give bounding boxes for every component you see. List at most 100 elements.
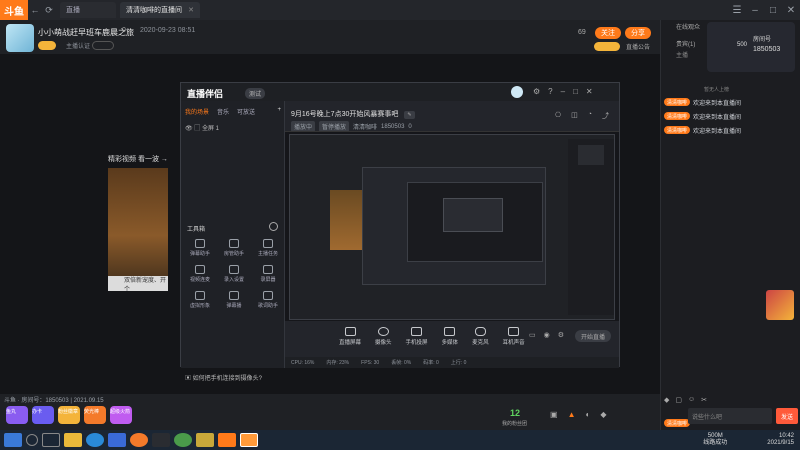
- system-clock[interactable]: 10:42 2021/9/15: [767, 433, 794, 447]
- side-ad[interactable]: [766, 290, 794, 320]
- chat-input[interactable]: 说些什么吧: [688, 408, 772, 424]
- gift-fishball[interactable]: 鱼丸: [6, 406, 28, 424]
- scene-item[interactable]: 👁 ▢ 全屏 1: [185, 123, 219, 132]
- search-tab[interactable]: 直播: [60, 2, 116, 18]
- minimize-icon[interactable]: –: [746, 5, 764, 16]
- tab-broadcast[interactable]: 可放送: [237, 107, 255, 116]
- chrome-icon[interactable]: [174, 433, 192, 447]
- tool-recorder[interactable]: 录屏器: [255, 265, 281, 287]
- lock-icon[interactable]: ⎔: [555, 111, 561, 121]
- sw-minimize-icon[interactable]: –: [561, 87, 565, 96]
- sw-close-icon[interactable]: ✕: [586, 87, 593, 96]
- source-camera[interactable]: 摄像头: [375, 327, 392, 346]
- sw-help-icon[interactable]: ?: [548, 87, 552, 96]
- fire-icon[interactable]: ▲: [568, 410, 576, 419]
- tool-danmu-play[interactable]: 弹幕播: [221, 291, 247, 313]
- ship-icon[interactable]: ◆: [600, 410, 606, 419]
- app-icon[interactable]: [152, 433, 170, 447]
- back-icon[interactable]: ←: [28, 5, 42, 15]
- bag-icon[interactable]: ◫: [571, 111, 578, 121]
- fish-icon[interactable]: ◐: [585, 410, 590, 419]
- send-button[interactable]: 发送: [776, 408, 798, 424]
- start-live-button[interactable]: 开始直播: [575, 330, 611, 342]
- tool-lyrics[interactable]: 歌词助手: [255, 291, 281, 313]
- chat-user[interactable]: 清清咖啡: [664, 98, 691, 106]
- clock-time: 10:42: [778, 433, 794, 439]
- close-window-icon[interactable]: ✕: [782, 5, 800, 16]
- douyu-logo[interactable]: 斗鱼: [0, 0, 28, 20]
- fan-label[interactable]: 我的粉丝团: [502, 420, 527, 427]
- recommend-thumbnail[interactable]: [108, 168, 168, 291]
- follow-button[interactable]: 关注: [595, 27, 621, 39]
- announcement-link[interactable]: 直播公告: [626, 42, 650, 51]
- tab-label: 清清咖啡的直播间: [126, 7, 182, 14]
- source-phone[interactable]: 手机投屏: [406, 327, 428, 346]
- tool-task[interactable]: 主播任务: [255, 239, 281, 261]
- cert-tag[interactable]: [92, 41, 114, 50]
- chat-user[interactable]: 清清咖啡: [664, 112, 691, 120]
- scissors-icon[interactable]: ✂: [701, 396, 707, 404]
- gift-card[interactable]: 办卡: [32, 406, 54, 424]
- companion-task-icon[interactable]: [240, 433, 258, 447]
- host-tag: 主播认证: [66, 44, 91, 50]
- toolbox-more-icon[interactable]: [269, 222, 278, 231]
- gift-badge[interactable]: 粉丝徽章: [58, 406, 80, 424]
- app2-icon[interactable]: [196, 433, 214, 447]
- thumb-caption[interactable]: 精彩视频 看一波 →: [108, 154, 168, 164]
- add-scene-icon[interactable]: +: [277, 107, 281, 116]
- tool-video-link[interactable]: 视频连麦: [187, 265, 213, 287]
- close-tab-icon[interactable]: ✕: [188, 6, 194, 14]
- douyu-task-icon[interactable]: [218, 433, 236, 447]
- bell-icon[interactable]: ◔: [588, 111, 592, 121]
- share-button[interactable]: 分享: [625, 27, 651, 39]
- source-screen[interactable]: 直播屏幕: [339, 327, 361, 346]
- nested-browser-frame: [289, 134, 615, 320]
- chat-user[interactable]: 清清咖啡: [664, 126, 691, 134]
- edit-title-badge[interactable]: ✎: [404, 111, 415, 119]
- eye-icon[interactable]: 👁 ▢: [185, 126, 202, 132]
- start-live-label: 开始直播: [580, 334, 605, 341]
- tab-my-scenes[interactable]: 我的场景: [185, 107, 209, 116]
- tab-music[interactable]: 音乐: [217, 107, 229, 116]
- source-mic[interactable]: 麦克风: [472, 327, 489, 346]
- gift-glowstick[interactable]: 荧光棒: [84, 406, 106, 424]
- maximize-icon[interactable]: □: [764, 5, 782, 16]
- sw-maximize-icon[interactable]: □: [573, 87, 578, 96]
- tool-admin[interactable]: 房管助手: [221, 239, 247, 261]
- taskview-icon[interactable]: [42, 433, 60, 447]
- stream-preview[interactable]: [285, 131, 619, 321]
- menu-icon[interactable]: ☰: [728, 5, 746, 16]
- source-media[interactable]: 多媒体: [442, 327, 458, 346]
- gift-icon[interactable]: ▢: [675, 396, 682, 404]
- tab-audience[interactable]: 在线观众: [676, 22, 700, 31]
- source-camera-label: 摄像头: [375, 340, 392, 346]
- refresh-icon[interactable]: ⟳: [42, 5, 56, 16]
- box-icon[interactable]: ▣: [550, 410, 558, 419]
- tool-import[interactable]: 录入设置: [221, 265, 247, 287]
- tool-danmu[interactable]: 弹幕助手: [187, 239, 213, 261]
- sw-hint-link[interactable]: ▣ 如何把手机连接到摄像头?: [185, 373, 262, 382]
- tool-video-link-icon: [195, 265, 205, 274]
- emoji-icon[interactable]: ☺: [688, 396, 695, 404]
- firefox-icon[interactable]: [130, 433, 148, 447]
- source-speaker[interactable]: 耳机声音: [503, 327, 525, 346]
- view-icon[interactable]: ◉: [544, 331, 550, 339]
- store-icon[interactable]: [108, 433, 126, 447]
- settings-icon[interactable]: ⚙: [558, 331, 564, 339]
- tool-avatar[interactable]: 虚拟形象: [187, 291, 213, 313]
- record-icon[interactable]: ▭: [529, 331, 536, 339]
- sw-hint-text: 如何把手机连接到摄像头?: [192, 376, 263, 382]
- edge-icon[interactable]: [86, 433, 104, 447]
- tab-vip[interactable]: 贵宾(1): [676, 39, 700, 48]
- gift-rocket[interactable]: 超级火箭: [110, 406, 132, 424]
- share-icon[interactable]: ⤴: [602, 111, 609, 121]
- streamer-card[interactable]: 房间号 1850503 500: [707, 22, 795, 72]
- start-icon[interactable]: [4, 433, 22, 447]
- badge-icon[interactable]: ◆: [664, 396, 669, 404]
- explorer-icon[interactable]: [64, 433, 82, 447]
- search-icon[interactable]: [26, 434, 38, 446]
- sw-menu-icon[interactable]: ⚙: [533, 87, 540, 96]
- tab-active-room[interactable]: 清清咖啡的直播间 ✕: [120, 2, 200, 18]
- streamer-avatar[interactable]: [6, 24, 34, 52]
- sw-avatar[interactable]: [511, 86, 523, 98]
